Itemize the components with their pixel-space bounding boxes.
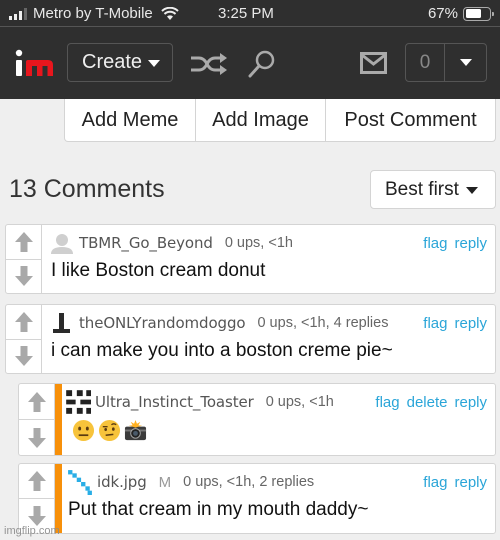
search-icon[interactable] (247, 49, 277, 79)
flag-link[interactable]: flag (423, 474, 447, 491)
comment-text: i can make you into a boston creme pie~ (51, 340, 393, 361)
signal-icon (9, 7, 27, 20)
caret-down-icon (465, 187, 478, 194)
vote-column (6, 225, 42, 293)
comment-username[interactable]: theONLYrandomdoggo (79, 314, 246, 332)
sort-selected: Best first (385, 178, 459, 200)
create-label: Create (82, 51, 143, 73)
upvote-button[interactable] (6, 305, 41, 339)
downvote-button[interactable] (6, 258, 41, 294)
downvote-button[interactable] (19, 419, 54, 455)
comment-meta: 0 ups, <1h, 4 replies (257, 315, 389, 331)
comments-count-title: 13 Comments (9, 175, 165, 203)
comment-meta: 0 ups, <1h (265, 394, 334, 410)
create-dropdown-button[interactable]: Create (67, 43, 173, 82)
comment: theONLYrandomdoggo 0 ups, <1h, 4 replies… (5, 304, 496, 374)
comment-username[interactable]: idk.jpg (97, 473, 147, 491)
caret-down-icon (459, 59, 472, 66)
clock: 3:25 PM (218, 5, 274, 22)
shuffle-icon[interactable] (190, 51, 228, 77)
imgflip-watermark: imgflip.com (4, 525, 60, 537)
imgflip-logo[interactable] (15, 48, 55, 80)
comment-reply: idk.jpg M 0 ups, <1h, 2 replies flag rep… (18, 463, 496, 534)
vote-column (19, 384, 55, 455)
mod-badge: M (158, 473, 172, 491)
arrow-up-icon (14, 231, 33, 252)
caret-down-icon (148, 60, 161, 67)
vote-column (19, 464, 55, 533)
comment-emojis (72, 419, 147, 442)
arrow-down-icon (27, 506, 46, 526)
reply-indicator-bar (55, 464, 62, 533)
battery-icon (463, 6, 494, 21)
t-shape-avatar-icon (53, 313, 70, 333)
reply-link[interactable]: reply (454, 235, 487, 252)
post-comment-button[interactable]: Post Comment (326, 99, 495, 141)
upvote-button[interactable] (19, 464, 54, 498)
carrier-name: Metro by T-Mobile (33, 5, 153, 22)
user-menu-dropdown[interactable] (445, 44, 486, 81)
notifications-widget: 0 (405, 43, 487, 82)
add-meme-button[interactable]: Add Meme (65, 99, 196, 141)
site-header: Create 0 (0, 27, 500, 99)
comment: TBMR_Go_Beyond 0 ups, <1h flag reply I l… (5, 224, 496, 294)
vote-column (6, 305, 42, 373)
arrow-up-icon (27, 391, 46, 412)
comment-reply: Ultra_Instinct_Toaster 0 ups, <1h flag d… (18, 383, 496, 456)
notification-count[interactable]: 0 (406, 44, 445, 81)
wifi-icon (161, 7, 179, 20)
battery-percent: 67% (427, 5, 458, 22)
flag-link[interactable]: flag (423, 235, 447, 252)
default-avatar-icon (51, 234, 73, 254)
reply-link[interactable]: reply (454, 394, 487, 411)
downvote-button[interactable] (6, 338, 41, 374)
upvote-button[interactable] (6, 225, 41, 259)
neutral-face-emoji (72, 419, 95, 442)
mail-icon[interactable] (360, 52, 387, 74)
comment-username[interactable]: TBMR_Go_Beyond (79, 234, 213, 252)
comment-actions: Add Meme Add Image Post Comment (64, 99, 496, 142)
reply-link[interactable]: reply (454, 474, 487, 491)
add-image-button[interactable]: Add Image (196, 99, 326, 141)
diagonal-avatar-icon (68, 470, 92, 495)
status-bar: Metro by T-Mobile 3:25 PM 67% (0, 0, 500, 27)
arrow-down-icon (14, 266, 33, 287)
delete-link[interactable]: delete (407, 394, 448, 411)
flag-link[interactable]: flag (375, 394, 399, 411)
camera-with-flash-emoji (124, 419, 147, 441)
arrow-up-icon (14, 311, 33, 332)
comment-username[interactable]: Ultra_Instinct_Toaster (95, 393, 254, 411)
comment-text: I like Boston cream donut (51, 260, 266, 281)
reply-link[interactable]: reply (454, 315, 487, 332)
reply-indicator-bar (55, 384, 62, 455)
raised-eyebrow-emoji (98, 419, 121, 442)
comment-meta: 0 ups, <1h (224, 235, 293, 251)
upvote-button[interactable] (19, 384, 54, 419)
sort-dropdown[interactable]: Best first (370, 170, 496, 209)
comment-meta: 0 ups, <1h, 2 replies (183, 474, 315, 490)
arrow-down-icon (27, 427, 46, 448)
flag-link[interactable]: flag (423, 315, 447, 332)
checker-avatar-icon (66, 390, 91, 414)
comment-text: Put that cream in my mouth daddy~ (68, 499, 369, 520)
arrow-down-icon (14, 346, 33, 367)
arrow-up-icon (27, 471, 46, 491)
